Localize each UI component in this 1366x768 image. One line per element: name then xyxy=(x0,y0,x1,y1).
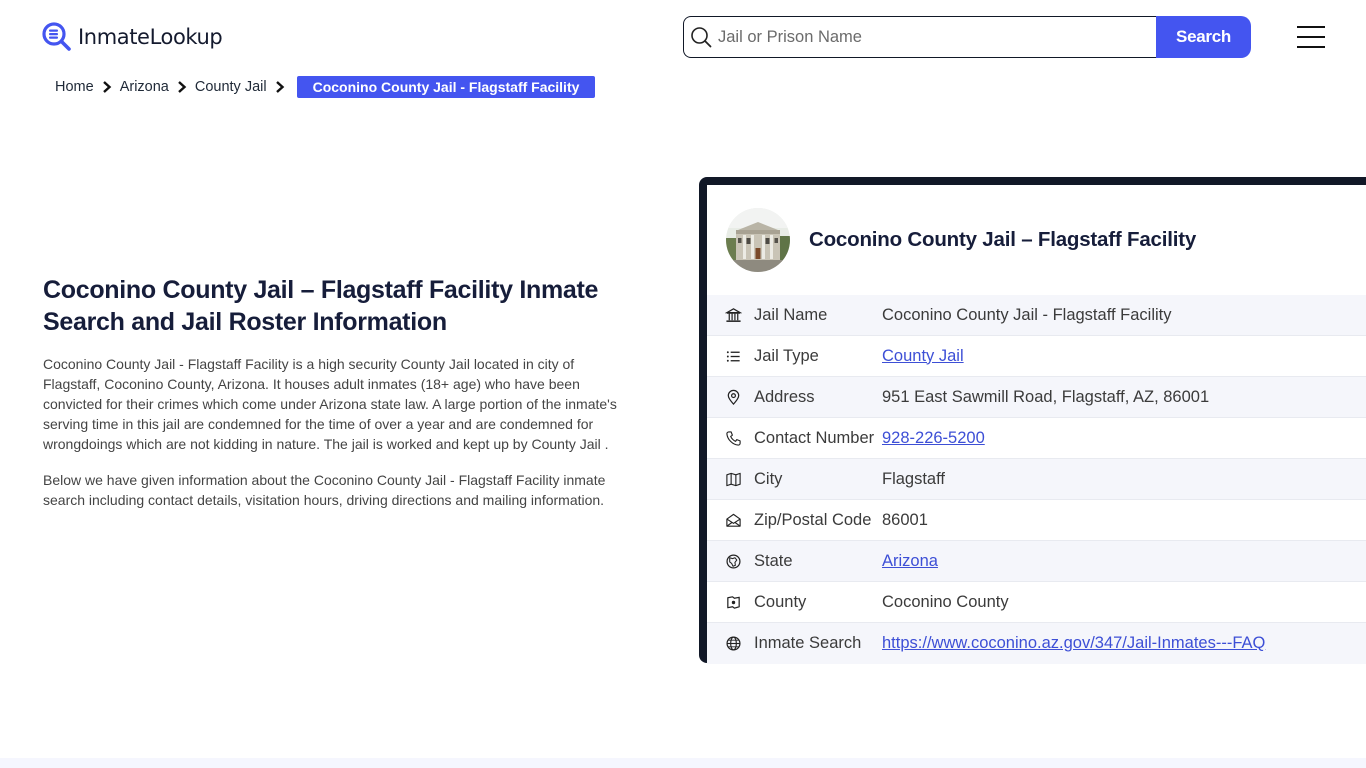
map-pin-icon xyxy=(724,388,742,406)
breadcrumb-home[interactable]: Home xyxy=(55,79,94,95)
county-map-icon xyxy=(724,593,742,611)
detail-value-city: Flagstaff xyxy=(882,469,945,488)
facility-details-table: Jail Name Coconino County Jail - Flagsta… xyxy=(707,295,1366,664)
search-icon xyxy=(691,27,712,48)
courthouse-image xyxy=(726,208,790,272)
breadcrumb-county-jail[interactable]: County Jail xyxy=(195,79,267,95)
globe-pin-icon xyxy=(724,552,742,570)
world-icon xyxy=(724,635,742,653)
detail-label: County xyxy=(754,592,807,611)
mail-open-icon xyxy=(724,511,742,529)
detail-value-zip: 86001 xyxy=(882,510,928,529)
breadcrumb-current: Coconino County Jail - Flagstaff Facilit… xyxy=(296,76,596,98)
detail-row-zip: Zip/Postal Code 86001 xyxy=(707,500,1366,541)
menu-bar xyxy=(1297,36,1325,38)
detail-row-address: Address 951 East Sawmill Road, Flagstaff… xyxy=(707,377,1366,418)
facility-card: Coconino County Jail – Flagstaff Facilit… xyxy=(699,177,1366,664)
map-icon xyxy=(724,470,742,488)
menu-bar xyxy=(1297,46,1325,48)
detail-label: Inmate Search xyxy=(754,634,862,652)
detail-row-jail-type: Jail Type County Jail xyxy=(707,336,1366,377)
detail-row-contact-number: Contact Number 928-226-5200 xyxy=(707,418,1366,459)
search-input[interactable] xyxy=(718,27,1156,47)
detail-label: State xyxy=(754,551,793,570)
breadcrumb: Home Arizona County Jail Coconino County… xyxy=(55,76,596,98)
hamburger-menu-icon[interactable] xyxy=(1297,26,1325,48)
detail-label: Zip/Postal Code xyxy=(754,510,872,529)
detail-label: Jail Name xyxy=(754,305,828,324)
facility-card-inner: Coconino County Jail – Flagstaff Facilit… xyxy=(707,185,1366,664)
detail-value-jail-name: Coconino County Jail - Flagstaff Facilit… xyxy=(882,305,1172,324)
detail-row-state: State Arizona xyxy=(707,541,1366,582)
phone-link[interactable]: 928-226-5200 xyxy=(882,429,985,448)
detail-row-jail-name: Jail Name Coconino County Jail - Flagsta… xyxy=(707,295,1366,336)
state-link[interactable]: Arizona xyxy=(882,552,938,571)
detail-row-inmate-search: Inmate Search https://www.coconino.az.go… xyxy=(707,623,1366,664)
detail-value-address: 951 East Sawmill Road, Flagstaff, AZ, 86… xyxy=(882,387,1210,406)
logo-text: InmateLookup xyxy=(78,25,223,49)
intro-paragraph: Coconino County Jail - Flagstaff Facilit… xyxy=(43,356,617,452)
detail-value-county: Coconino County xyxy=(882,592,1009,611)
facility-card-header: Coconino County Jail – Flagstaff Facilit… xyxy=(707,185,1366,295)
detail-label: Jail Type xyxy=(754,346,819,365)
list-icon xyxy=(724,347,742,365)
search-box xyxy=(683,16,1156,58)
site-logo[interactable]: InmateLookup xyxy=(42,22,223,52)
search-button[interactable]: Search xyxy=(1156,16,1251,58)
intro-paragraph: Below we have given information about th… xyxy=(43,472,606,508)
chevron-right-icon xyxy=(177,81,187,93)
facility-name-heading: Coconino County Jail – Flagstaff Facilit… xyxy=(809,228,1197,251)
detail-row-city: City Flagstaff xyxy=(707,459,1366,500)
detail-row-county: County Coconino County xyxy=(707,582,1366,623)
detail-label: Address xyxy=(754,387,815,406)
facility-photo xyxy=(726,208,790,272)
jail-type-link[interactable]: County Jail xyxy=(882,347,964,366)
page-title: Coconino County Jail – Flagstaff Facilit… xyxy=(43,276,599,336)
building-columns-icon xyxy=(724,306,742,324)
search-form: Search xyxy=(683,16,1251,58)
magnifier-logo-icon xyxy=(42,22,71,51)
detail-label: City xyxy=(754,469,783,488)
footer-band xyxy=(0,758,1366,768)
inmate-search-link[interactable]: https://www.coconino.az.gov/347/Jail-Inm… xyxy=(882,634,1265,653)
intro-section: Coconino County Jail – Flagstaff Facilit… xyxy=(43,274,643,510)
menu-bar xyxy=(1297,26,1325,28)
chevron-right-icon xyxy=(102,81,112,93)
detail-label: Contact Number xyxy=(754,428,875,447)
chevron-right-icon xyxy=(275,81,285,93)
phone-icon xyxy=(724,429,742,447)
breadcrumb-arizona[interactable]: Arizona xyxy=(120,79,169,95)
